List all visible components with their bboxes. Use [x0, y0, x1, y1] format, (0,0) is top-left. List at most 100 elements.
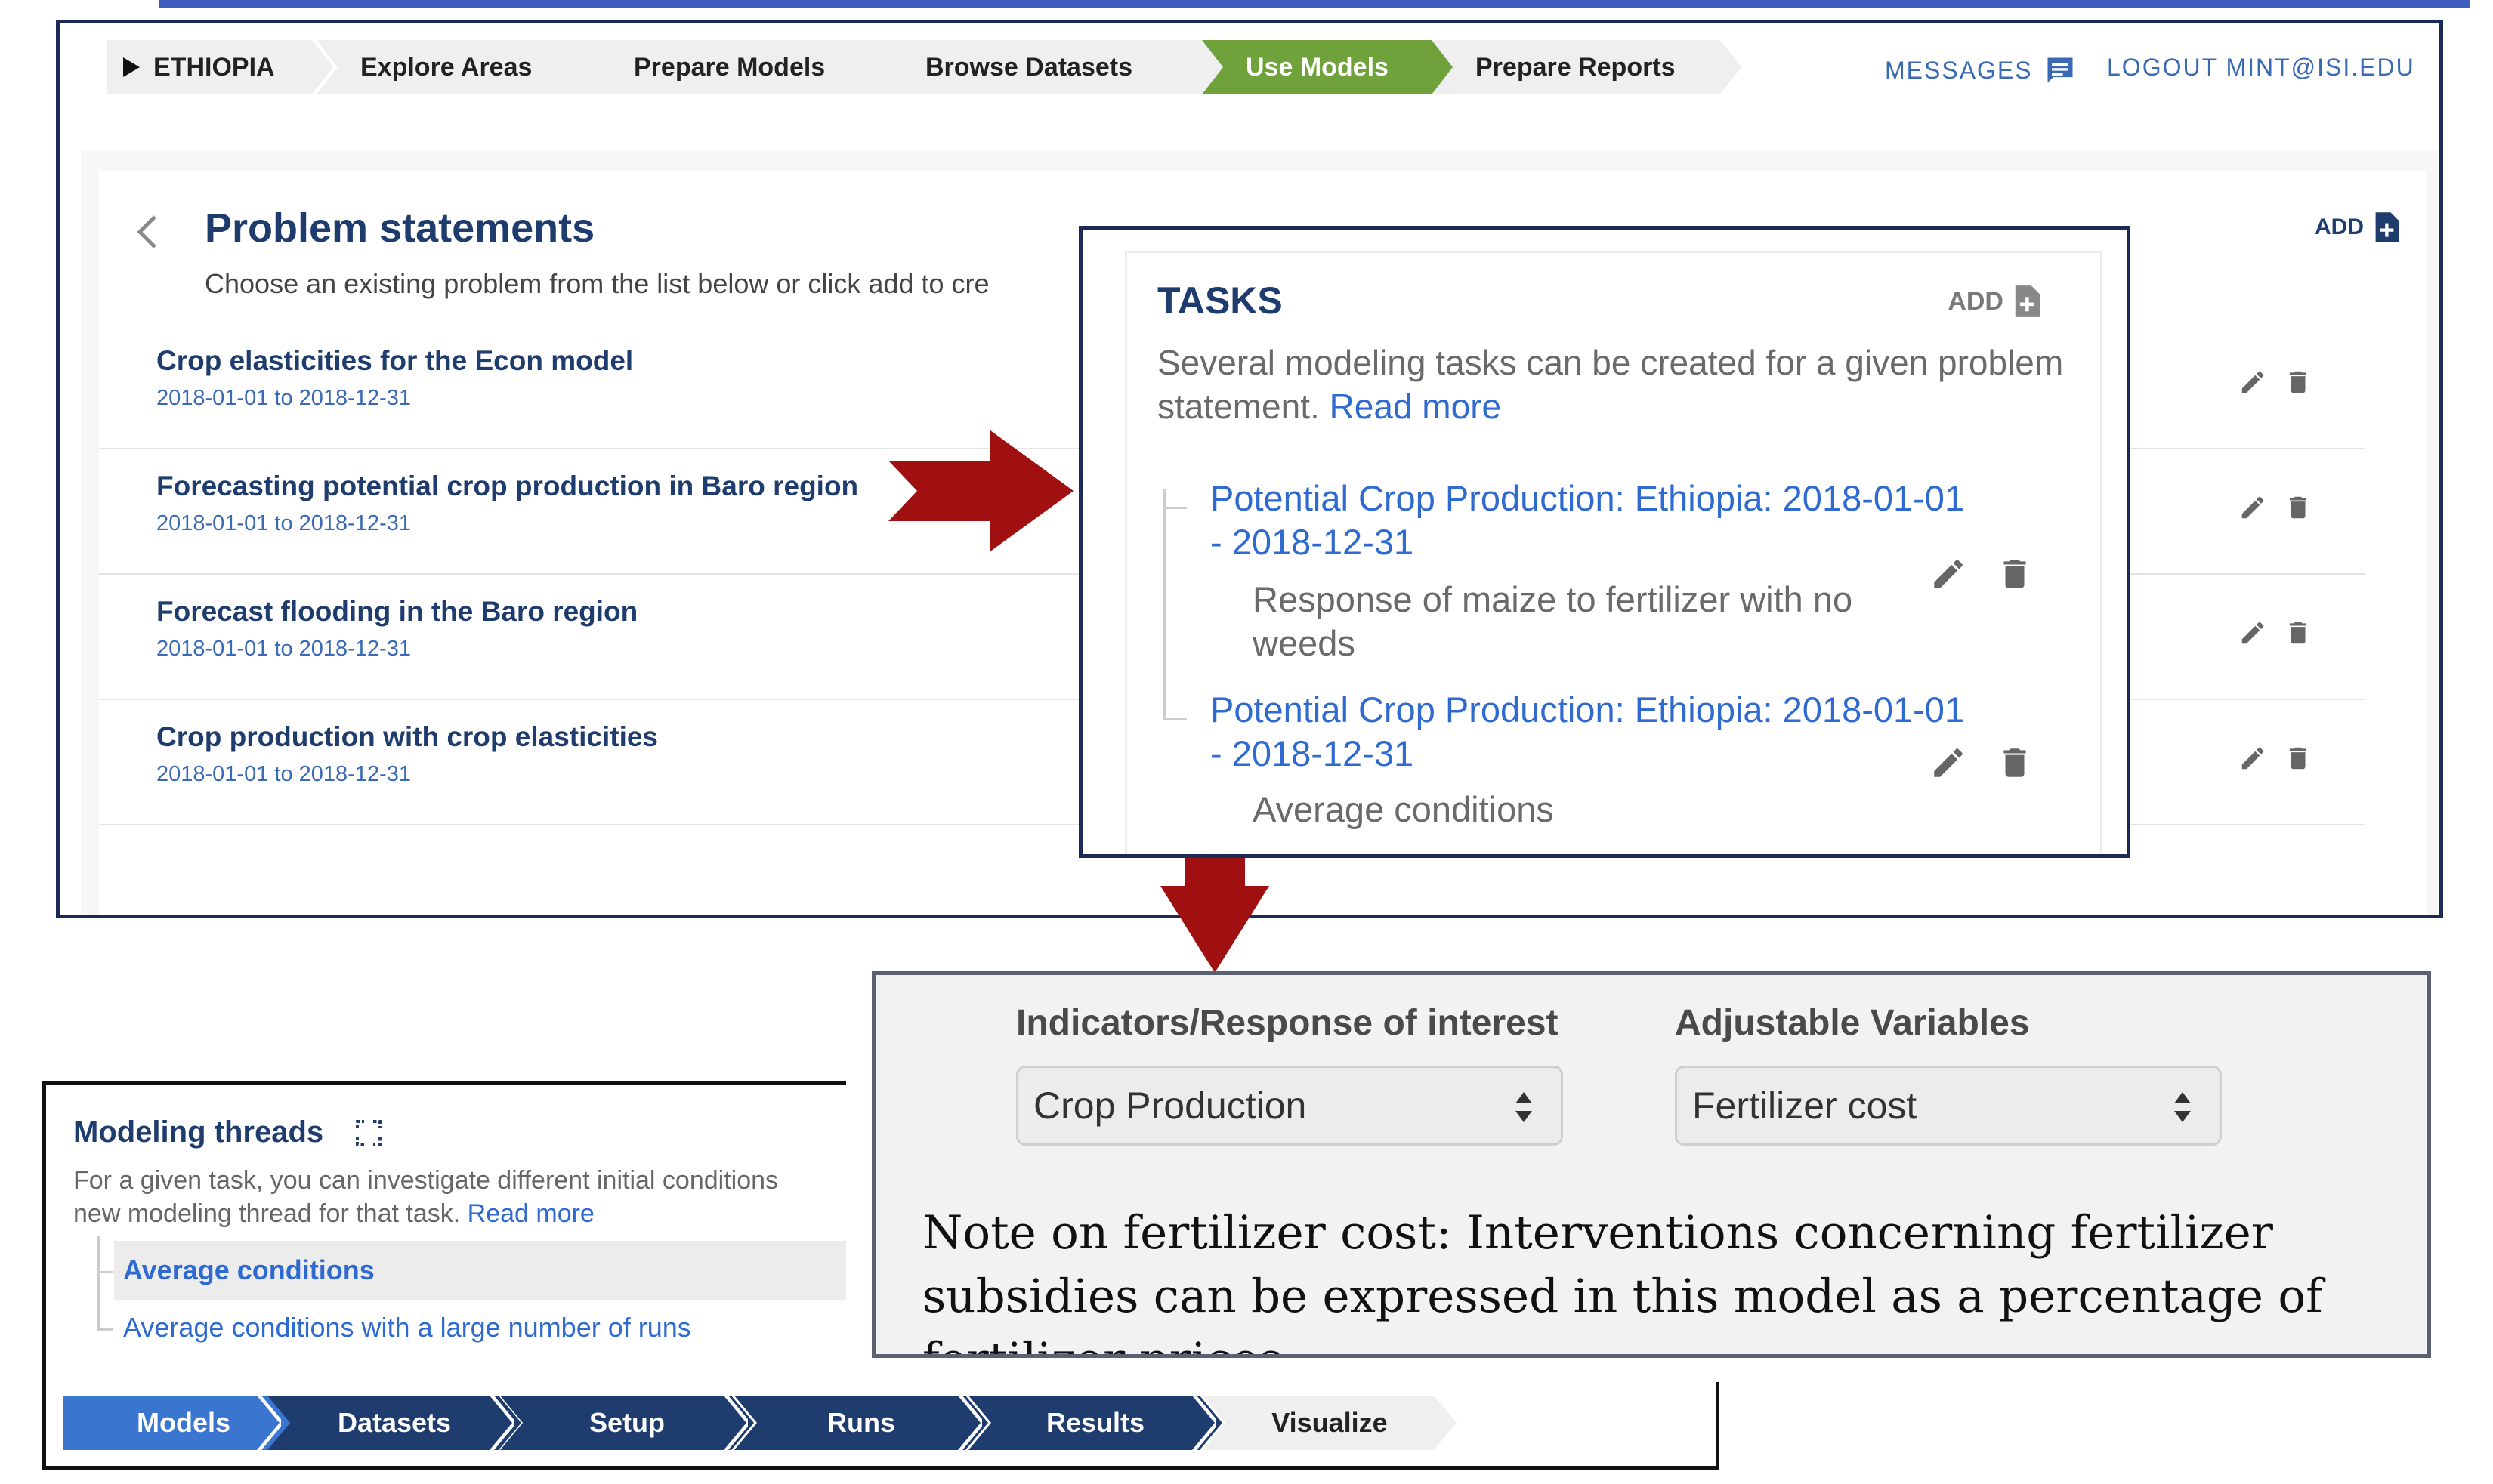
- tree-connector: [1163, 507, 1187, 720]
- edit-pencil-icon[interactable]: [2238, 493, 2267, 522]
- region-selector[interactable]: ETHIOPIA: [107, 40, 333, 94]
- add-file-icon: [2375, 212, 2399, 242]
- adjustable-select[interactable]: Fertilizer cost: [1675, 1066, 2222, 1146]
- problem-title[interactable]: Forecasting potential crop production in…: [156, 470, 858, 502]
- nav-browse-datasets-label: Browse Datasets: [925, 52, 1133, 82]
- task-item-title[interactable]: Potential Crop Production: Ethiopia: 201…: [1210, 688, 1966, 776]
- select-updown-icon: [1515, 1092, 1532, 1122]
- step-results-label: Results: [1046, 1407, 1145, 1438]
- delete-trash-icon[interactable]: [2284, 368, 2312, 396]
- task-item-title[interactable]: Potential Crop Production: Ethiopia: 201…: [1210, 477, 1966, 564]
- adjustable-select-value: Fertilizer cost: [1692, 1084, 1917, 1127]
- select-updown-icon: [2174, 1092, 2191, 1122]
- problem-statements-subtitle: Choose an existing problem from the list…: [205, 268, 990, 299]
- tree-connector: [97, 1236, 113, 1273]
- threads-read-more-link[interactable]: Read more: [468, 1199, 595, 1228]
- thread-item[interactable]: Average conditions with a large number o…: [123, 1312, 691, 1344]
- task-actions: [1929, 555, 2034, 593]
- problem-dates: 2018-01-01 to 2018-12-31: [156, 511, 411, 535]
- edit-pencil-icon[interactable]: [2238, 744, 2267, 773]
- variables-panel: Indicators/Response of interest Adjustab…: [872, 971, 2431, 1358]
- step-runs-label: Runs: [827, 1407, 895, 1438]
- adjustable-label: Adjustable Variables: [1675, 1003, 2030, 1043]
- fertilizer-note: Note on fertilizer cost: Interventions c…: [922, 1206, 2323, 1354]
- fullscreen-icon[interactable]: [355, 1119, 382, 1146]
- row-actions: [2238, 619, 2312, 647]
- delete-trash-icon[interactable]: [1996, 744, 2034, 782]
- indicators-select-value: Crop Production: [1033, 1084, 1307, 1127]
- problem-title[interactable]: Crop production with crop elasticities: [156, 721, 658, 753]
- problem-dates: 2018-01-01 to 2018-12-31: [156, 637, 411, 661]
- modeling-threads-description: For a given task, you can investigate di…: [73, 1164, 846, 1230]
- step-setup[interactable]: Setup: [500, 1396, 754, 1450]
- edit-pencil-icon[interactable]: [1929, 555, 1967, 593]
- problem-dates: 2018-01-01 to 2018-12-31: [156, 386, 411, 410]
- problem-title[interactable]: Crop elasticities for the Econ model: [156, 345, 633, 377]
- tree-connector: [97, 1271, 113, 1331]
- task-item-description: Average conditions: [1253, 789, 1554, 829]
- task-actions: [1929, 744, 2034, 782]
- nav-explore-areas-label: Explore Areas: [360, 52, 533, 82]
- nav-prepare-models-label: Prepare Models: [634, 52, 826, 82]
- top-accent-strip: [159, 0, 2470, 8]
- edit-pencil-icon[interactable]: [1929, 744, 1967, 782]
- step-datasets-label: Datasets: [337, 1407, 452, 1438]
- messages-label: MESSAGES: [1885, 56, 2033, 84]
- add-problem-button[interactable]: ADD: [2315, 211, 2400, 244]
- tasks-description: Several modeling tasks can be created fo…: [1157, 341, 2064, 428]
- step-runs[interactable]: Runs: [734, 1396, 988, 1450]
- indicators-select[interactable]: Crop Production: [1016, 1066, 1563, 1146]
- add-file-icon: [2015, 285, 2040, 317]
- tree-connector: [1163, 489, 1187, 509]
- logout-link[interactable]: LOGOUT MINT@ISI.EDU: [2107, 54, 2415, 82]
- play-triangle-icon: [123, 57, 140, 77]
- step-visualize[interactable]: Visualize: [1203, 1396, 1457, 1450]
- delete-trash-icon[interactable]: [2284, 619, 2312, 647]
- messages-link[interactable]: MESSAGES: [1885, 54, 2077, 87]
- delete-trash-icon[interactable]: [1996, 555, 2034, 593]
- nav-bar: ETHIOPIA Explore Areas Prepare Models Br…: [60, 23, 2439, 118]
- delete-trash-icon[interactable]: [2284, 493, 2312, 522]
- step-setup-label: Setup: [588, 1407, 665, 1438]
- nav-use-models[interactable]: Use Models: [1202, 40, 1459, 94]
- tasks-popup: TASKS ADD Several modeling tasks can be …: [1079, 226, 2130, 858]
- threads-description-line2: new modeling thread for that task.: [73, 1199, 461, 1228]
- delete-trash-icon[interactable]: [2284, 744, 2312, 773]
- message-icon: [2047, 57, 2073, 83]
- tasks-title: TASKS: [1157, 279, 1283, 322]
- threads-description-line1: For a given task, you can investigate di…: [73, 1166, 779, 1195]
- modeling-threads-title: Modeling threads: [73, 1115, 324, 1149]
- problem-dates: 2018-01-01 to 2018-12-31: [156, 762, 411, 786]
- indicators-label: Indicators/Response of interest: [1016, 1003, 1559, 1043]
- read-more-link[interactable]: Read more: [1330, 387, 1502, 426]
- add-task-button[interactable]: ADD: [1948, 283, 2041, 319]
- tasks-card: TASKS ADD Several modeling tasks can be …: [1125, 251, 2102, 854]
- step-visualize-label: Visualize: [1271, 1407, 1388, 1438]
- step-datasets[interactable]: Datasets: [267, 1396, 521, 1450]
- row-actions: [2238, 744, 2312, 773]
- nav-explore-areas[interactable]: Explore Areas: [317, 40, 619, 94]
- nav-browse-datasets[interactable]: Browse Datasets: [882, 40, 1229, 94]
- nav-use-models-label: Use Models: [1246, 52, 1389, 82]
- add-problem-label: ADD: [2315, 214, 2364, 239]
- step-models-label: Models: [136, 1407, 230, 1438]
- add-task-label: ADD: [1948, 286, 2003, 316]
- back-chevron-icon[interactable]: [135, 214, 159, 250]
- step-results[interactable]: Results: [968, 1396, 1222, 1450]
- tasks-description-text: Several modeling tasks can be created fo…: [1157, 343, 2064, 426]
- region-label: ETHIOPIA: [153, 52, 275, 82]
- modeling-threads-heading: Modeling threads: [73, 1115, 382, 1149]
- task-item-description: Response of maize to fertilizer with no …: [1253, 579, 1853, 663]
- nav-prepare-reports-label: Prepare Reports: [1475, 52, 1676, 82]
- logout-label: LOGOUT MINT@ISI.EDU: [2107, 54, 2415, 81]
- thread-item-selected[interactable]: Average conditions: [114, 1241, 846, 1300]
- problem-statements-title: Problem statements: [205, 205, 595, 251]
- nav-prepare-models[interactable]: Prepare Models: [590, 40, 907, 94]
- edit-pencil-icon[interactable]: [2238, 619, 2267, 647]
- nav-prepare-reports[interactable]: Prepare Reports: [1432, 40, 1741, 94]
- red-arrow-right-icon: [888, 430, 1074, 551]
- edit-pencil-icon[interactable]: [2238, 368, 2267, 396]
- row-actions: [2238, 493, 2312, 522]
- row-actions: [2238, 368, 2312, 396]
- problem-title[interactable]: Forecast flooding in the Baro region: [156, 596, 638, 628]
